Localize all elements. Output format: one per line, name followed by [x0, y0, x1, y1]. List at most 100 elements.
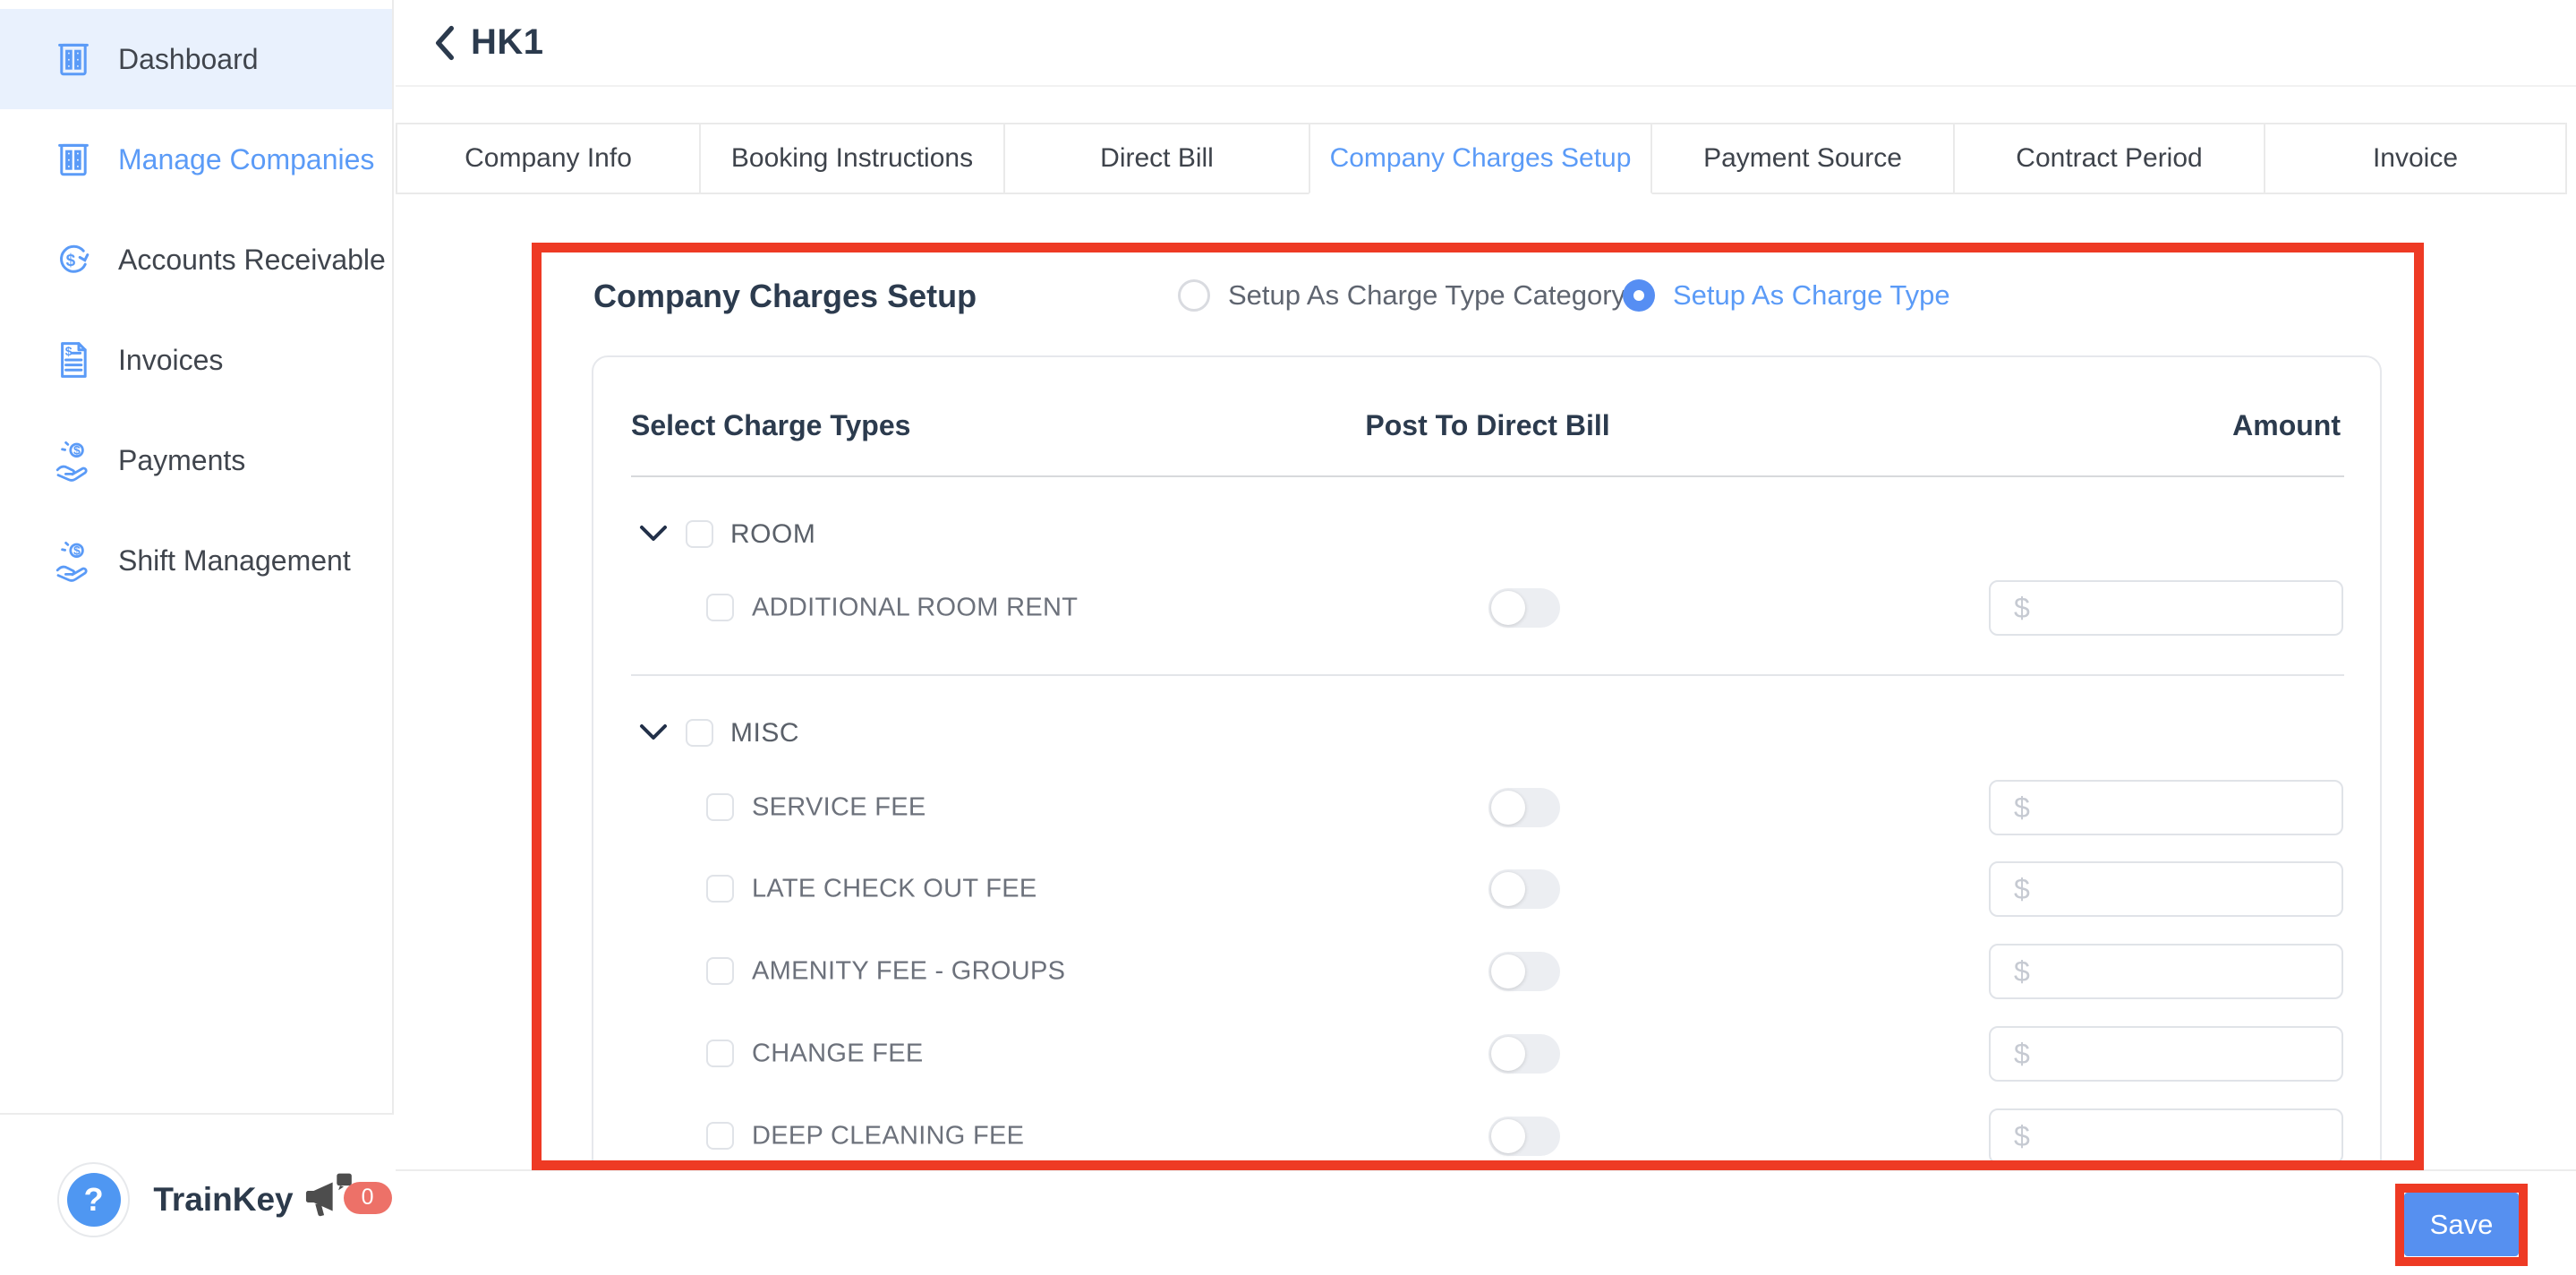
footer-bar [396, 1169, 2576, 1275]
amount-input[interactable] [1989, 780, 2343, 835]
tab-direct-bill[interactable]: Direct Bill [1003, 123, 1310, 194]
sidebar-item-label: Shift Management [118, 544, 351, 578]
radio-setup-as-charge-type-category[interactable]: Setup As Charge Type Category [1178, 279, 1625, 312]
checkbox-misc[interactable] [686, 719, 713, 747]
toggle-knob [1491, 791, 1525, 825]
sidebar-item-invoices[interactable]: $ Invoices [0, 310, 392, 410]
charge-row-late-check-out-fee: LATE CHECK OUT FEE [593, 861, 2382, 917]
notification-badge: 0 [344, 1182, 392, 1214]
row-divider [631, 674, 2344, 676]
charge-label: CHANGE FEE [752, 1040, 924, 1069]
hand-coin-icon: $ [52, 539, 95, 582]
chevron-down-icon[interactable] [639, 723, 668, 746]
toggle-post-to-direct-bill[interactable] [1488, 869, 1560, 909]
building-icon [52, 38, 95, 81]
amount-input[interactable] [1989, 1108, 2343, 1164]
checkbox-additional-room-rent[interactable] [706, 594, 734, 621]
question-icon: ? [67, 1173, 121, 1227]
checkbox-service-fee[interactable] [706, 793, 734, 821]
radio-setup-as-charge-type[interactable]: Setup As Charge Type [1623, 279, 1950, 312]
checkbox-amenity-fee-groups[interactable] [706, 957, 734, 985]
toggle-post-to-direct-bill[interactable] [1488, 952, 1560, 991]
charge-label: LATE CHECK OUT FEE [752, 875, 1037, 904]
toggle-knob [1491, 872, 1525, 906]
radio-selected-icon [1623, 279, 1655, 312]
chevron-left-icon [433, 25, 456, 61]
svg-text:$: $ [66, 252, 76, 270]
charge-row-additional-room-rent: ADDITIONAL ROOM RENT [593, 580, 2382, 636]
charge-row-service-fee: SERVICE FEE [593, 780, 2382, 835]
chevron-down-icon[interactable] [639, 525, 668, 547]
sidebar-item-label: Payments [118, 444, 245, 477]
charge-label: AMENITY FEE - GROUPS [752, 957, 1065, 987]
sidebar-item-dashboard[interactable]: Dashboard [0, 9, 392, 109]
svg-text:$: $ [73, 443, 81, 458]
charge-row-deep-cleaning-fee: DEEP CLEANING FEE [593, 1108, 2382, 1164]
group-row-misc: MISC [593, 706, 2382, 761]
tab-contract-period[interactable]: Contract Period [1953, 123, 2265, 194]
back-button[interactable] [433, 25, 456, 61]
tab-company-charges-setup[interactable]: Company Charges Setup [1309, 123, 1652, 194]
hand-coin-icon: $ [52, 439, 95, 482]
amount-input[interactable] [1989, 944, 2343, 999]
header-divider [631, 475, 2344, 477]
toggle-post-to-direct-bill[interactable] [1488, 788, 1560, 827]
toggle-knob [1491, 1119, 1525, 1153]
toggle-post-to-direct-bill[interactable] [1488, 588, 1560, 628]
sidebar-item-shift-management[interactable]: $ Shift Management [0, 510, 392, 611]
tab-company-info[interactable]: Company Info [396, 123, 701, 194]
sidebar-item-accounts-receivable[interactable]: $ Accounts Receivable [0, 210, 392, 310]
group-row-room: ROOM [593, 507, 2382, 562]
radio-label: Setup As Charge Type Category [1228, 279, 1625, 312]
svg-text:$: $ [65, 344, 73, 358]
save-button[interactable]: Save [2404, 1193, 2519, 1256]
svg-text:$: $ [73, 543, 81, 558]
sidebar-item-label: Manage Companies [118, 143, 374, 176]
toggle-knob [1491, 591, 1525, 625]
sidebar-item-label: Dashboard [118, 43, 259, 76]
charge-label: DEEP CLEANING FEE [752, 1122, 1024, 1151]
charge-row-amenity-fee-groups: AMENITY FEE - GROUPS [593, 944, 2382, 999]
sidebar-footer: ? TrainKey 0 [0, 1113, 394, 1275]
amount-input[interactable] [1989, 861, 2343, 917]
page-header: HK1 [396, 0, 2576, 87]
sidebar-item-manage-companies[interactable]: Manage Companies [0, 109, 392, 210]
sidebar-item-payments[interactable]: $ Payments [0, 410, 392, 510]
charge-row-change-fee: CHANGE FEE [593, 1026, 2382, 1082]
charges-table-card: Select Charge Types Post To Direct Bill … [592, 355, 2382, 1179]
dollar-refresh-icon: $ [52, 238, 95, 281]
column-header-select-charge-types: Select Charge Types [631, 409, 910, 442]
charge-label: ADDITIONAL ROOM RENT [752, 594, 1078, 623]
page-title: HK1 [471, 22, 544, 63]
checkbox-late-check-out-fee[interactable] [706, 875, 734, 903]
toggle-post-to-direct-bill[interactable] [1488, 1034, 1560, 1074]
column-header-post-to-direct-bill: Post To Direct Bill [1309, 409, 1667, 442]
sidebar-nav: Dashboard Manage Companies $ [0, 0, 392, 611]
sidebar: Dashboard Manage Companies $ [0, 0, 394, 1275]
group-label: MISC [730, 718, 799, 749]
section-title: Company Charges Setup [593, 278, 977, 315]
toggle-post-to-direct-bill[interactable] [1488, 1117, 1560, 1156]
checkbox-change-fee[interactable] [706, 1040, 734, 1067]
radio-label: Setup As Charge Type [1673, 279, 1950, 312]
checkbox-deep-cleaning-fee[interactable] [706, 1122, 734, 1150]
column-header-amount: Amount [2232, 409, 2341, 442]
tab-booking-instructions[interactable]: Booking Instructions [699, 123, 1005, 194]
tab-invoice[interactable]: Invoice [2264, 123, 2567, 194]
toggle-knob [1491, 954, 1525, 988]
tab-payment-source[interactable]: Payment Source [1651, 123, 1955, 194]
toggle-knob [1491, 1037, 1525, 1071]
charge-label: SERVICE FEE [752, 793, 926, 823]
amount-input[interactable] [1989, 1026, 2343, 1082]
help-button[interactable]: ? [57, 1162, 130, 1237]
sidebar-item-label: Invoices [118, 344, 223, 377]
trainkey-announcements[interactable]: 0 [301, 1166, 394, 1237]
tab-bar: Company Info Booking Instructions Direct… [396, 123, 2576, 194]
amount-input[interactable] [1989, 580, 2343, 636]
invoice-icon: $ [52, 338, 95, 381]
radio-unselected-icon [1178, 279, 1210, 312]
sidebar-item-label: Accounts Receivable [118, 244, 386, 277]
checkbox-room[interactable] [686, 520, 713, 548]
building-icon [52, 138, 95, 181]
group-label: ROOM [730, 519, 815, 550]
